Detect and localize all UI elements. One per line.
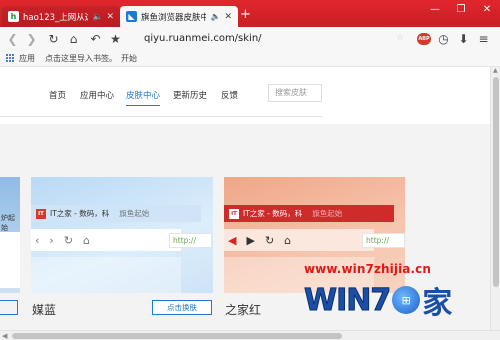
vertical-scrollbar[interactable]: ▲ [490,67,500,330]
watermark-logo: WIN7 ⊞ 家 [303,280,476,321]
preview-toolbar: ‹ › ↻ ⌂ [31,229,181,251]
preview-toolbar: ◀ ▶ ↻ ⌂ [224,229,374,251]
skin-name-blue: 媒蓝 [32,303,57,317]
horizontal-scrollbar[interactable]: ◀ [0,330,500,340]
it-logo-icon: IT [36,208,46,219]
bookmarks-bar: 应用 点击这里导入书签。 开始 [0,50,500,67]
tab-title: 旗鱼浏览器皮肤中心 [141,12,207,23]
apply-skin-button[interactable]: 点击换肤 [152,300,212,315]
nav-history[interactable]: 更新历史 [173,89,207,101]
back-arrow-icon[interactable]: ❮ [5,31,20,46]
preview-forward-icon: › [49,233,54,247]
watermark-url: www.win7zhijia.cn [304,262,432,276]
left-card-preview [0,232,20,288]
hao123-favicon-icon: h [8,11,19,22]
adblock-icon[interactable]: ABP [417,33,431,45]
horizontal-scroll-thumb[interactable] [12,333,342,339]
apps-label[interactable]: 应用 [19,53,35,64]
apps-icon[interactable] [6,53,15,63]
qiyu-favicon-icon: ◣ [126,11,137,22]
mute-icon[interactable]: 🔈 [92,12,102,21]
preview-tab-text2: 旗鱼起始 [312,209,343,218]
preview-home-icon: ⌂ [83,233,91,247]
mute-icon[interactable]: 🔈 [210,12,220,21]
new-tab-button[interactable]: + [240,8,251,21]
site-nav: 首页 应用中心 皮肤中心 更新历史 反馈 搜索皮肤 [0,67,500,117]
menu-icon[interactable]: ≡ [476,31,491,46]
nav-divider [0,116,322,117]
nav-feedback[interactable]: 反馈 [221,89,238,101]
preview-forward-icon: ▶ [246,233,255,247]
tab-skin-center[interactable]: ◣ 旗鱼浏览器皮肤中心 🔈 ✕ [120,6,238,27]
scroll-up-icon[interactable]: ▲ [493,67,498,74]
preview-tab: IT IT之家 - 数码，科 旗鱼起始 [224,205,394,222]
home-icon[interactable]: ⌂ [66,31,81,46]
reload-icon[interactable]: ↻ [46,31,61,46]
address-star-icon[interactable]: ☆ [396,33,404,43]
preview-back-icon: ◀ [228,233,237,247]
close-window-button[interactable]: ✕ [474,0,500,18]
tab-strip: h hao123_上网从这里开 🔈 ✕ ◣ 旗鱼浏览器皮肤中心 🔈 ✕ + — … [0,0,500,27]
watermark-jia-text: 家 [422,286,453,321]
preview-tab-text2: 旗鱼起始 [119,209,150,218]
close-tab-icon[interactable]: ✕ [224,12,232,22]
skin-card-blue[interactable]: IT IT之家 - 数码，科 旗鱼起始 ‹ › ↻ ⌂ http:// [31,177,213,293]
restore-button[interactable]: ❐ [448,0,474,18]
vertical-scroll-thumb[interactable] [493,77,499,287]
preview-body [31,257,181,293]
preview-tab: IT IT之家 - 数码，科 旗鱼起始 [31,205,201,222]
download-icon[interactable]: ⬇ [456,31,471,46]
preview-reload-icon: ↻ [63,233,74,247]
forward-arrow-icon[interactable]: ❯ [24,31,39,46]
nav-home[interactable]: 首页 [49,89,66,101]
preview-url: http:// [362,233,405,248]
skin-card-left-partial[interactable]: 炉起始 [0,177,20,293]
preview-url: http:// [169,233,212,248]
left-card-text: 炉起始 [1,214,15,232]
watermark-win7-text: WIN7 [303,282,391,318]
left-apply-button[interactable] [0,300,18,315]
nav-skins[interactable]: 皮肤中心 [126,89,161,106]
preview-back-icon: ‹ [35,233,40,247]
preview-reload-icon: ↻ [264,233,275,247]
start-link[interactable]: 开始 [121,53,137,64]
minimize-button[interactable]: — [422,0,448,18]
history-clock-icon[interactable]: ◷ [436,31,451,46]
skin-name-red: 之家红 [225,303,262,317]
tab-hao123[interactable]: h hao123_上网从这里开 🔈 ✕ [2,6,120,27]
import-bookmarks-link[interactable]: 点击这里导入书签。 [45,53,117,64]
bookmark-star-icon[interactable]: ★ [108,31,123,46]
address-url: qiyu.ruanmei.com/skin/ [144,33,262,44]
preview-tab-text: IT之家 - 数码，科 [50,209,110,218]
undo-close-icon[interactable]: ↶ [88,31,103,46]
close-tab-icon[interactable]: ✕ [106,12,114,22]
preview-tab-text: IT之家 - 数码，科 [243,209,303,218]
it-logo-icon: IT [229,208,239,219]
preview-home-icon: ⌂ [284,233,292,247]
toolbar: ❮ ❯ ↻ ⌂ ↶ ★ qiyu.ruanmei.com/skin/ ☆ ABP… [0,27,500,50]
nav-apps[interactable]: 应用中心 [80,89,114,101]
scroll-left-icon[interactable]: ◀ [2,332,7,340]
tab-title: hao123_上网从这里开 [23,12,88,23]
skin-search-input[interactable]: 搜索皮肤 [268,84,322,102]
address-bar[interactable]: qiyu.ruanmei.com/skin/ [130,30,408,47]
windows-flag-icon: ⊞ [392,286,421,314]
